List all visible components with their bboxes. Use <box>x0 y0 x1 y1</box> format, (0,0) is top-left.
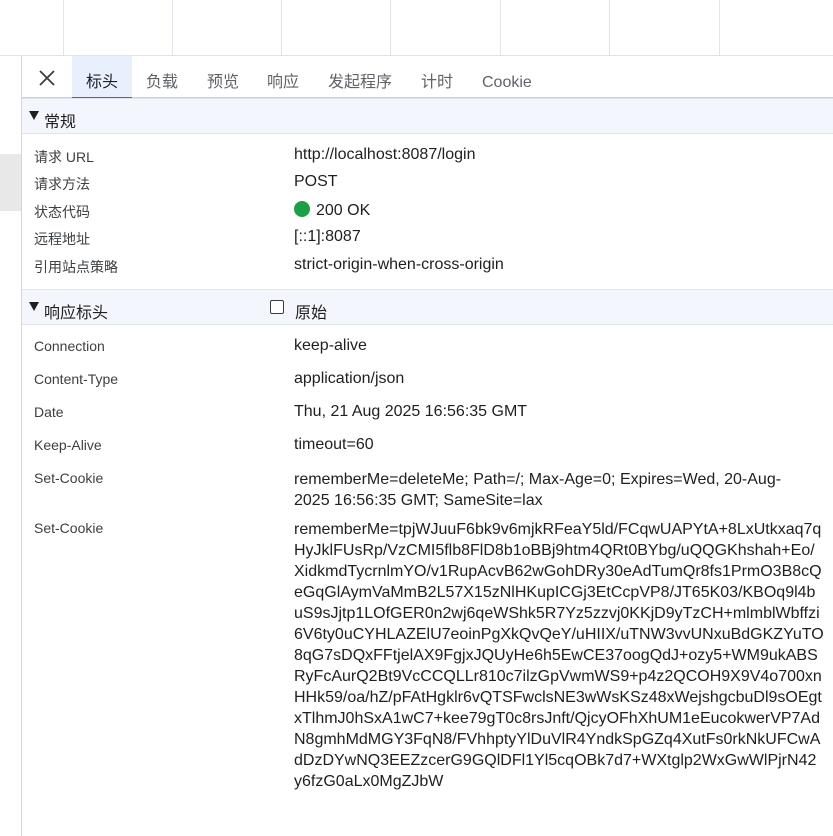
request-details-panel: 标头 负载 预览 响应 发起程序 计时 Cookie 常规 请求 URL htt… <box>22 56 833 836</box>
header-key: 状态代码 <box>34 204 90 220</box>
header-value: strict-origin-when-cross-origin <box>294 256 504 273</box>
column-divider <box>390 0 391 55</box>
request-list-gutter[interactable] <box>0 56 22 836</box>
general-section-header[interactable]: 常规 <box>22 98 833 134</box>
details-tabbar: 标头 负载 预览 响应 发起程序 计时 Cookie <box>22 56 833 99</box>
header-key: 请求方法 <box>34 176 90 192</box>
column-divider <box>609 0 610 55</box>
header-key: Connection <box>34 338 105 354</box>
header-value: POST <box>294 173 338 190</box>
status-text: 200 OK <box>316 202 371 219</box>
section-title: 响应标头 <box>44 305 109 322</box>
status-value: 200 OK <box>294 201 370 220</box>
raw-label: 原始 <box>295 305 328 322</box>
header-key: Set-Cookie <box>34 470 104 486</box>
header-key: Content-Type <box>34 371 119 387</box>
tab-cookies[interactable]: Cookie <box>480 56 534 98</box>
tab-initiator[interactable]: 发起程序 <box>326 56 394 98</box>
column-divider <box>63 0 64 55</box>
header-value: rememberMe=deleteMe; Path=/; Max-Age=0; … <box>294 471 782 509</box>
response-headers-section-header[interactable]: 响应标头 原始 <box>22 289 833 325</box>
header-value: keep-alive <box>294 337 367 354</box>
tab-response[interactable]: 响应 <box>265 56 301 98</box>
header-key: 远程地址 <box>34 231 90 247</box>
header-key: Date <box>34 404 64 420</box>
tab-timing[interactable]: 计时 <box>419 56 455 98</box>
column-divider <box>281 0 282 55</box>
header-value: [::1]:8087 <box>294 228 361 245</box>
selected-request-marker <box>0 154 21 211</box>
header-value: http://localhost:8087/login <box>294 146 476 163</box>
expand-triangle-icon <box>29 111 39 120</box>
header-key: Set-Cookie <box>34 520 104 536</box>
header-key: 请求 URL <box>34 149 94 165</box>
expand-triangle-icon <box>29 302 39 311</box>
column-divider <box>172 0 173 55</box>
section-title: 常规 <box>44 114 77 131</box>
column-divider <box>500 0 501 55</box>
header-value: application/json <box>294 370 405 387</box>
tab-payload[interactable]: 负载 <box>144 56 180 98</box>
header-value: timeout=60 <box>294 436 374 453</box>
checkbox-icon[interactable] <box>270 300 284 314</box>
header-value: rememberMe=tpjWJuuF6bk9v6mjkRFeaY5ld/FCq… <box>294 521 824 790</box>
network-table-strip <box>0 0 833 56</box>
column-divider <box>719 0 720 55</box>
status-ok-icon <box>294 201 310 217</box>
tab-headers[interactable]: 标头 <box>72 56 132 99</box>
tab-preview[interactable]: 预览 <box>205 56 241 98</box>
header-key: Keep-Alive <box>34 437 102 453</box>
header-value: Thu, 21 Aug 2025 16:56:35 GMT <box>294 403 528 420</box>
close-icon[interactable] <box>36 67 58 89</box>
header-key: 引用站点策略 <box>34 259 118 275</box>
